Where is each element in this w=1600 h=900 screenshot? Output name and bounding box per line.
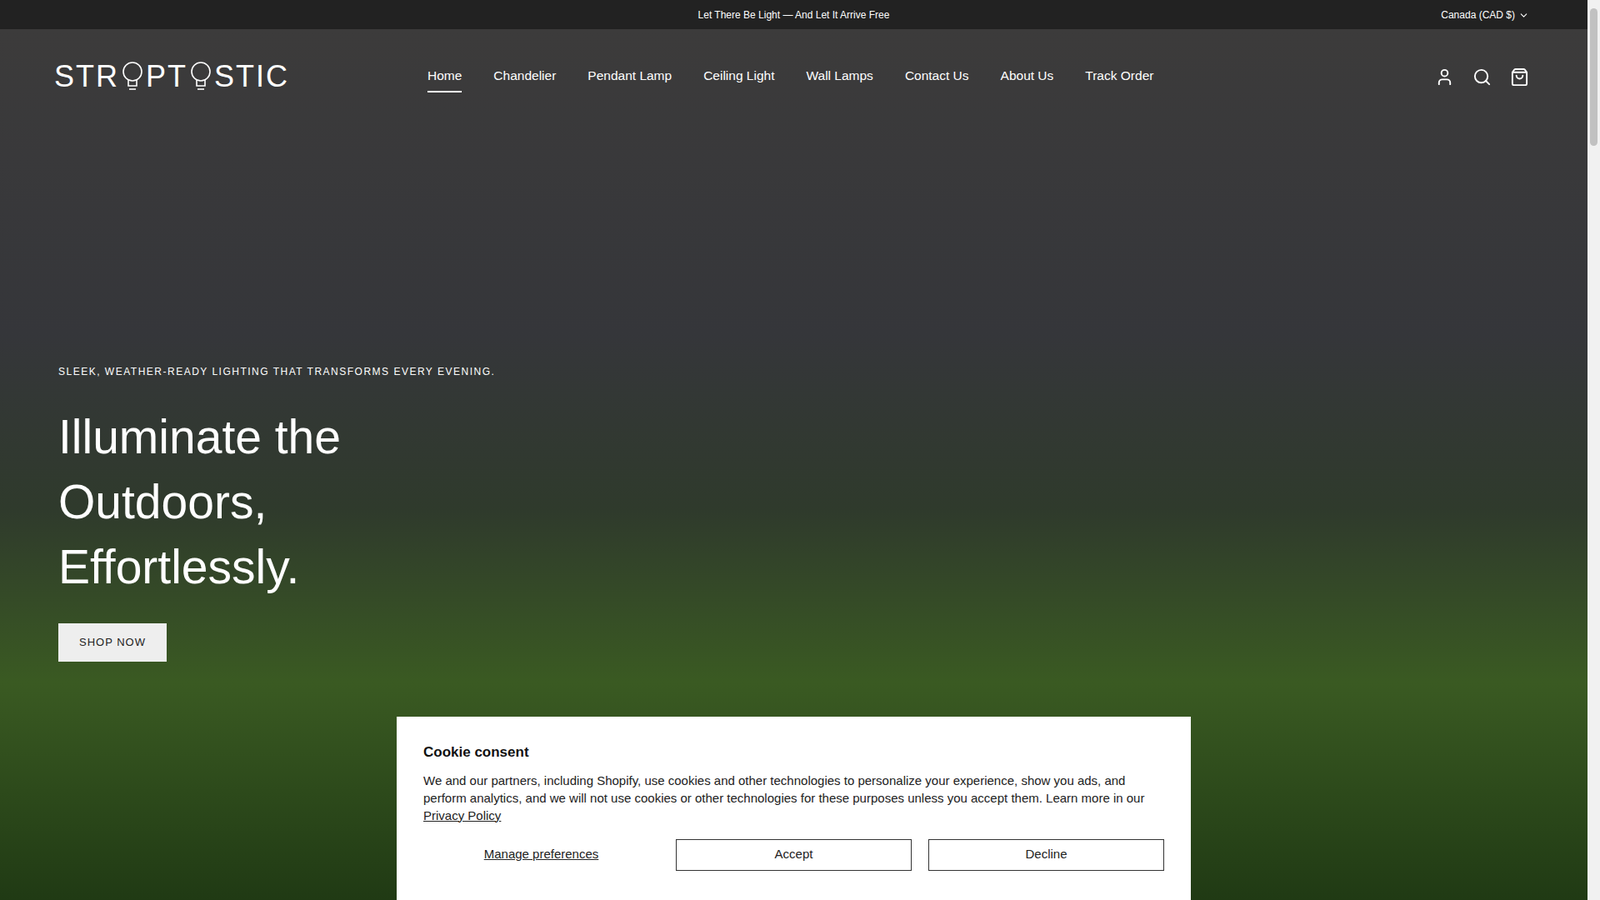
page: Let There Be Light — And Let It Arrive F… [0, 0, 1600, 900]
page-main: Let There Be Light — And Let It Arrive F… [0, 0, 1588, 900]
bulb-icon [188, 60, 214, 94]
hero-eyebrow: SLEEK, WEATHER-READY LIGHTING THAT TRANS… [58, 364, 495, 380]
cookie-consent: Cookie consent We and our partners, inclu… [396, 716, 1191, 900]
cookie-body: We and our partners, including Shopify, … [423, 771, 1165, 825]
shop-now-button[interactable]: SHOP NOW [58, 623, 167, 662]
nav-item[interactable]: About Us [1000, 60, 1055, 92]
bulb-icon [120, 60, 145, 94]
hero-heading-line: Outdoors, [58, 469, 341, 535]
header: STRPTSTIC Home Chandelier Pendant Lamp Ceili… [0, 29, 1588, 125]
nav-item[interactable]: Ceiling Light [703, 60, 775, 92]
cookie-buttons: Manage preferences Accept Decline [423, 839, 1165, 871]
cookie-button[interactable]: Decline [928, 839, 1165, 871]
scrollbar[interactable] [1587, 0, 1600, 900]
announcement-bar: Let There Be Light — And Let It Arrive F… [0, 0, 1588, 30]
nav-item[interactable]: Home [427, 60, 462, 92]
cookie-button[interactable]: Manage preferences [423, 839, 660, 871]
cookie-title: Cookie consent [423, 741, 1165, 764]
hero-heading-line: Effortlessly. [58, 534, 341, 600]
cookie-button[interactable]: Accept [675, 839, 912, 871]
hero-heading: Illuminate theOutdoors,Effortlessly. [58, 404, 341, 600]
search-icon[interactable] [1472, 67, 1492, 87]
hero-content: SLEEK, WEATHER-READY LIGHTING THAT TRANS… [0, 124, 1588, 662]
announcement-text: Let There Be Light — And Let It Arrive F… [54, 7, 1534, 23]
header-icons [1435, 67, 1530, 87]
account-icon[interactable] [1435, 67, 1455, 87]
nav-item[interactable]: Track Order [1085, 60, 1154, 92]
currency-selector[interactable]: Canada (CAD $) [1440, 7, 1530, 23]
cart-icon[interactable] [1510, 67, 1530, 87]
nav-item[interactable]: Contact Us [905, 60, 970, 92]
hero-heading-line: Illuminate the [58, 404, 341, 470]
logo[interactable]: STRPTSTIC [54, 54, 305, 100]
main-nav: Home Chandelier Pendant Lamp Ceiling Light W… [427, 60, 1154, 92]
scrollbar-thumb[interactable] [1590, 8, 1598, 146]
chevron-down-icon [1518, 10, 1530, 21]
nav-item[interactable]: Chandelier [493, 60, 556, 92]
nav-item[interactable]: Pendant Lamp [587, 60, 672, 92]
nav-item[interactable]: Wall Lamps [805, 60, 873, 92]
privacy-policy-link[interactable]: Privacy Policy [423, 808, 501, 823]
